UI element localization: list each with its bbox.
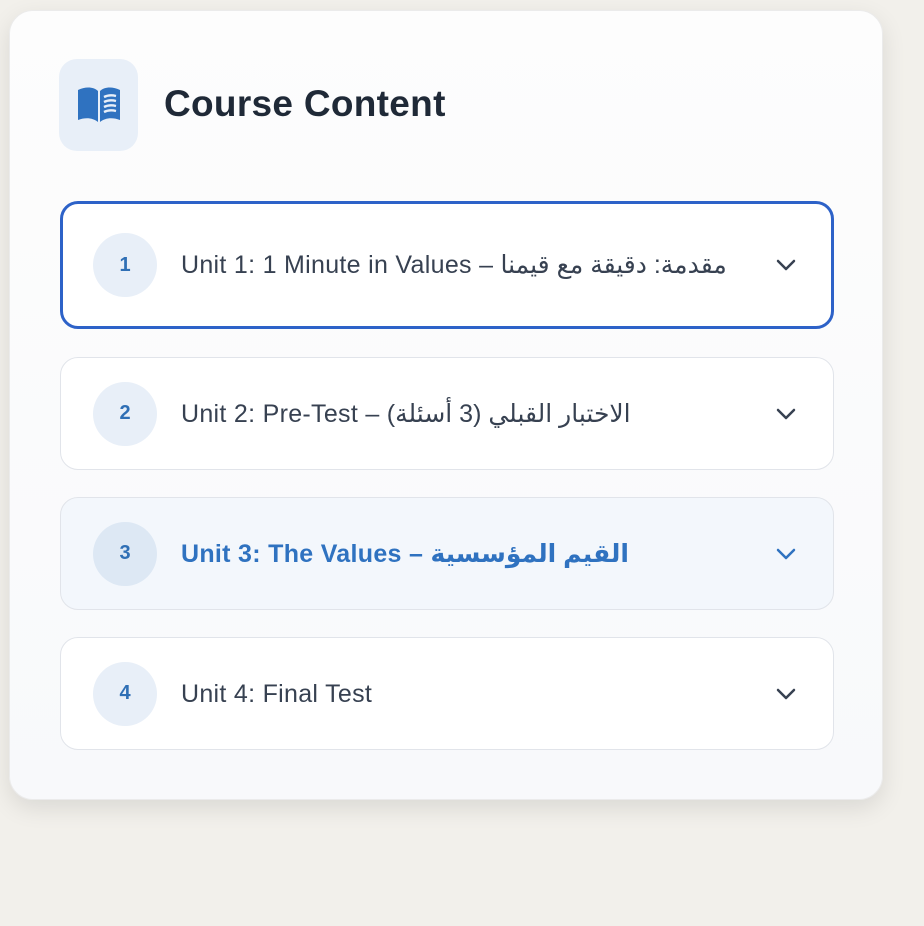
unit-number-badge: 1: [93, 233, 157, 297]
unit-number-badge: 4: [93, 661, 157, 726]
unit-item-4[interactable]: 4 Unit 4: Final Test: [60, 637, 834, 750]
page-title: Course Content: [164, 83, 446, 124]
chevron-down-icon[interactable]: [775, 687, 797, 701]
chevron-down-icon[interactable]: [775, 407, 797, 421]
book-open-icon: [59, 59, 138, 151]
unit-title: Unit 2: Pre-Test – الاختبار القبلي (3 أس…: [181, 399, 631, 428]
chevron-down-icon[interactable]: [775, 258, 797, 272]
unit-title: Unit 3: The Values – القيم المؤسسية: [181, 539, 629, 568]
course-content-card: Course Content 1 Unit 1: 1 Minute in Val…: [9, 10, 883, 800]
unit-item-3[interactable]: 3 Unit 3: The Values – القيم المؤسسية: [60, 497, 834, 610]
unit-number-badge: 3: [93, 521, 157, 586]
chevron-down-icon[interactable]: [775, 547, 797, 561]
unit-number-badge: 2: [93, 381, 157, 446]
unit-item-1[interactable]: 1 Unit 1: 1 Minute in Values – مقدمة: دق…: [60, 201, 834, 329]
unit-title: Unit 4: Final Test: [181, 679, 373, 708]
unit-title: Unit 1: 1 Minute in Values – مقدمة: دقيق…: [181, 251, 727, 279]
unit-item-2[interactable]: 2 Unit 2: Pre-Test – الاختبار القبلي (3 …: [60, 357, 834, 470]
